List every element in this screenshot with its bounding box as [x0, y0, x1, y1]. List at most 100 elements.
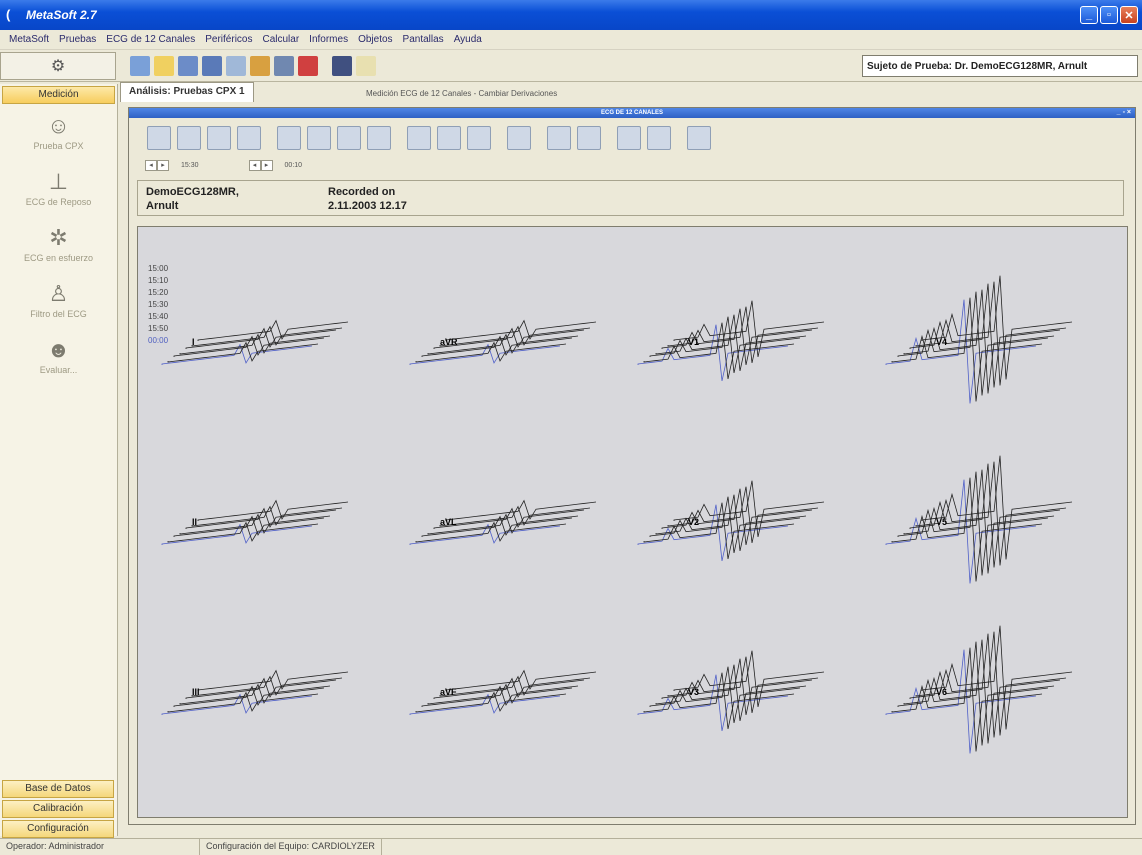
lead-avf: aVF [400, 617, 600, 757]
lead-trace [637, 650, 825, 732]
menu-informes[interactable]: Informes [304, 34, 353, 45]
search-icon[interactable] [507, 126, 531, 150]
sidebar-database[interactable]: Base de Datos [2, 780, 114, 798]
time-navigator: ◂ ▸ 15:30 ◂ ▸ 00:10 [145, 158, 302, 172]
lead-trace [161, 319, 349, 365]
window-icon[interactable] [337, 126, 361, 150]
disk-icon[interactable] [202, 56, 222, 76]
print-preview-icon[interactable] [647, 126, 671, 150]
lead-label: aVR [440, 337, 458, 347]
import-icon[interactable] [437, 126, 461, 150]
toolbar-icons [130, 56, 376, 76]
app-icon: ( [6, 7, 11, 22]
person-icon: ☺ [47, 113, 70, 138]
settings-icon[interactable]: ⚙ [0, 52, 116, 80]
help-icon[interactable] [356, 56, 376, 76]
tab-analysis[interactable]: Análisis: Pruebas CPX 1 [120, 82, 254, 102]
ecg-window-controls[interactable]: _ ▫ × [1117, 108, 1131, 118]
next-button[interactable]: ▸ [157, 159, 169, 171]
split-icon[interactable] [177, 126, 201, 150]
menu-calcular[interactable]: Calcular [257, 34, 304, 45]
status-config: Configuración del Equipo: CARDIOLYZER [200, 839, 382, 855]
lead-v2: V2 [628, 447, 828, 587]
lead-trace [885, 455, 1073, 584]
lead-ii: II [152, 447, 352, 587]
sidebar-item-rest-ecg[interactable]: ⊥ ECG de Reposo [0, 160, 117, 216]
recorded-label: Recorded on [328, 186, 396, 198]
lead-v3: V3 [628, 617, 828, 757]
close-button[interactable]: ✕ [1120, 6, 1138, 24]
sidebar-item-evaluate[interactable]: ☻ Evaluar... [0, 328, 117, 384]
report-icon[interactable] [250, 56, 270, 76]
recorded-date: 2.11.2003 12.17 [328, 200, 407, 212]
menu-ecg[interactable]: ECG de 12 Canales [101, 34, 200, 45]
lead-i: I [152, 267, 352, 407]
menu-pruebas[interactable]: Pruebas [54, 34, 101, 45]
sidebar-calibration[interactable]: Calibración [2, 800, 114, 818]
lead-trace [637, 480, 825, 562]
columns-icon[interactable] [207, 126, 231, 150]
menu-objetos[interactable]: Objetos [353, 34, 397, 45]
lead-label: V1 [688, 337, 700, 347]
window-title: MetaSoft 2.7 [26, 8, 97, 22]
menu-perifericos[interactable]: Periféricos [200, 34, 257, 45]
sidebar-configuration[interactable]: Configuración [2, 820, 114, 838]
sidebar-item-ecg-filter[interactable]: ♙ Filtro del ECG [0, 272, 117, 328]
lead-label: II [192, 517, 198, 527]
lead-label: III [192, 687, 200, 697]
lead-label: aVL [440, 517, 457, 527]
layout-icon[interactable] [147, 126, 171, 150]
lead-trace [409, 669, 597, 715]
tab-ecg-leads[interactable]: Medición ECG de 12 Canales - Cambiar Der… [366, 89, 557, 98]
prev-button[interactable]: ◂ [145, 159, 157, 171]
delete-icon[interactable] [577, 126, 601, 150]
average-icon[interactable] [307, 126, 331, 150]
lead-trace [409, 319, 597, 365]
sidebar-item-cpx[interactable]: ☺ Prueba CPX [0, 104, 117, 160]
menu-pantallas[interactable]: Pantallas [398, 34, 449, 45]
lead-v1: V1 [628, 267, 828, 407]
export-icon[interactable] [407, 126, 431, 150]
menu-ayuda[interactable]: Ayuda [449, 34, 487, 45]
grid-icon[interactable] [332, 56, 352, 76]
lead-trace [885, 625, 1073, 754]
open-icon[interactable] [130, 56, 150, 76]
lead-label: V5 [936, 517, 948, 527]
sidebar-header[interactable]: Medición [2, 86, 115, 104]
save-icon[interactable] [178, 56, 198, 76]
minimize-button[interactable]: _ [1080, 6, 1098, 24]
time-step: 00:10 [284, 161, 303, 169]
lead-v6: V6 [876, 617, 1076, 757]
ecg-plot-area: 15:00 15:10 15:20 15:30 15:40 15:50 00:0… [137, 226, 1128, 818]
save-icon[interactable] [547, 126, 571, 150]
next-step-button[interactable]: ▸ [260, 159, 273, 171]
lead-trace [885, 275, 1073, 404]
status-bar: Operador: Administrador Configuración de… [0, 838, 1142, 855]
exit-icon[interactable] [298, 56, 318, 76]
menu-metasoft[interactable]: MetaSoft [4, 34, 54, 45]
select-icon[interactable] [237, 126, 261, 150]
print-icon[interactable] [274, 56, 294, 76]
print-icon[interactable] [617, 126, 641, 150]
prev-step-button[interactable]: ◂ [248, 159, 261, 171]
title-bar: ( MetaSoft 2.7 _ ▫ ✕ [0, 0, 1142, 30]
patient-first-name: Arnult [146, 200, 179, 212]
subject-field: Sujeto de Prueba: Dr. DemoECG128MR, Arnu… [862, 55, 1138, 77]
lead-label: I [192, 337, 195, 347]
lead-label: aVF [440, 687, 457, 697]
folder-icon[interactable] [154, 56, 174, 76]
lead-label: V4 [936, 337, 948, 347]
zoom-icon[interactable] [277, 126, 301, 150]
clipboard-icon[interactable] [687, 126, 711, 150]
patient-info: DemoECG128MR, Arnult Recorded on 2.11.2003… [137, 180, 1124, 216]
sidebar-item-stress-ecg[interactable]: ✲ ECG en esfuerzo [0, 216, 117, 272]
status-operator: Operador: Administrador [0, 839, 200, 855]
list-icon[interactable] [226, 56, 246, 76]
evaluate-icon: ☻ [46, 337, 71, 362]
maximize-button[interactable]: ▫ [1100, 6, 1118, 24]
table-icon[interactable] [467, 126, 491, 150]
bike-icon: ✲ [49, 225, 68, 250]
tab-strip: Análisis: Pruebas CPX 1 [120, 82, 254, 102]
lead-v4: V4 [876, 267, 1076, 407]
info-icon[interactable] [367, 126, 391, 150]
